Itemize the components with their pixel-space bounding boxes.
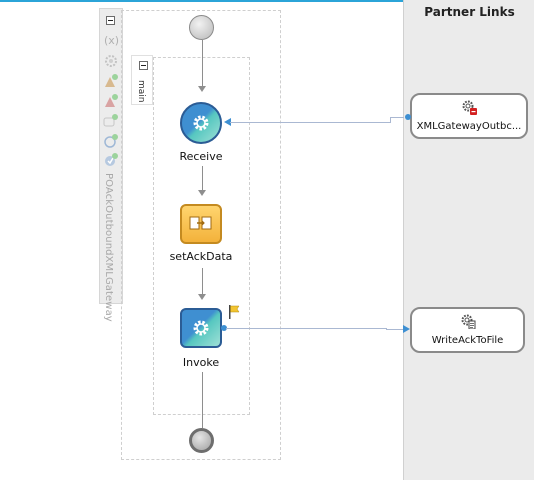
- partner-links-title: Partner Links: [424, 5, 515, 19]
- receive-activity[interactable]: [180, 102, 222, 144]
- variables-icon[interactable]: (x): [103, 32, 119, 48]
- process-toolbar: (x) POAckOutboundXMLGateway: [99, 8, 123, 322]
- partner-links-panel: Partner Links: [403, 0, 534, 480]
- partner-link-connector: [405, 114, 411, 120]
- start-node[interactable]: [189, 15, 214, 40]
- flow-arrow: [198, 190, 206, 196]
- partner-link-label: WriteAckToFile: [431, 335, 504, 346]
- file-adapter-icon: [461, 314, 475, 329]
- svg-text:(x): (x): [104, 34, 119, 47]
- partner-link-label: XMLGatewayOutbc...: [416, 121, 522, 132]
- process-name-label: POAckOutboundXMLGateway: [103, 173, 114, 322]
- flow-line: [202, 268, 203, 294]
- invoke-link-arrow: [403, 325, 410, 333]
- flow-arrow: [198, 86, 206, 92]
- partner-link-writeacktofile[interactable]: WriteAckToFile: [410, 307, 525, 353]
- invoke-label: Invoke: [182, 356, 220, 369]
- scope-collapse-icon[interactable]: [139, 61, 148, 70]
- add-timer-icon[interactable]: [103, 133, 119, 149]
- correlation-icon[interactable]: [103, 53, 119, 69]
- add-error-icon[interactable]: [103, 93, 119, 109]
- add-warning-icon[interactable]: [103, 73, 119, 89]
- flow-line: [202, 166, 203, 190]
- main-scope-label: main: [136, 80, 146, 103]
- invoke-link-line: [226, 328, 386, 329]
- end-node[interactable]: [189, 428, 214, 453]
- gear-icon: [193, 115, 209, 131]
- receive-link-line: [390, 117, 404, 118]
- add-event-icon[interactable]: [103, 152, 119, 168]
- assign-activity[interactable]: [180, 204, 222, 244]
- partner-link-xmlgateway[interactable]: XMLGatewayOutbc...: [410, 93, 528, 139]
- flow-line: [202, 372, 203, 428]
- gear-icon: [193, 320, 209, 336]
- collapse-icon[interactable]: [103, 13, 119, 29]
- receive-label: Receive: [179, 150, 223, 163]
- flag-icon: [229, 305, 240, 319]
- receive-link-line: [230, 122, 390, 123]
- invoke-activity[interactable]: [180, 308, 222, 348]
- flow-arrow: [198, 294, 206, 300]
- assign-label: setAckData: [169, 250, 233, 263]
- flow-line: [202, 40, 203, 86]
- adapter-error-icon: [462, 100, 477, 115]
- invoke-link-line: [386, 329, 403, 330]
- assign-icon: [189, 216, 212, 230]
- add-message-icon[interactable]: [103, 113, 119, 129]
